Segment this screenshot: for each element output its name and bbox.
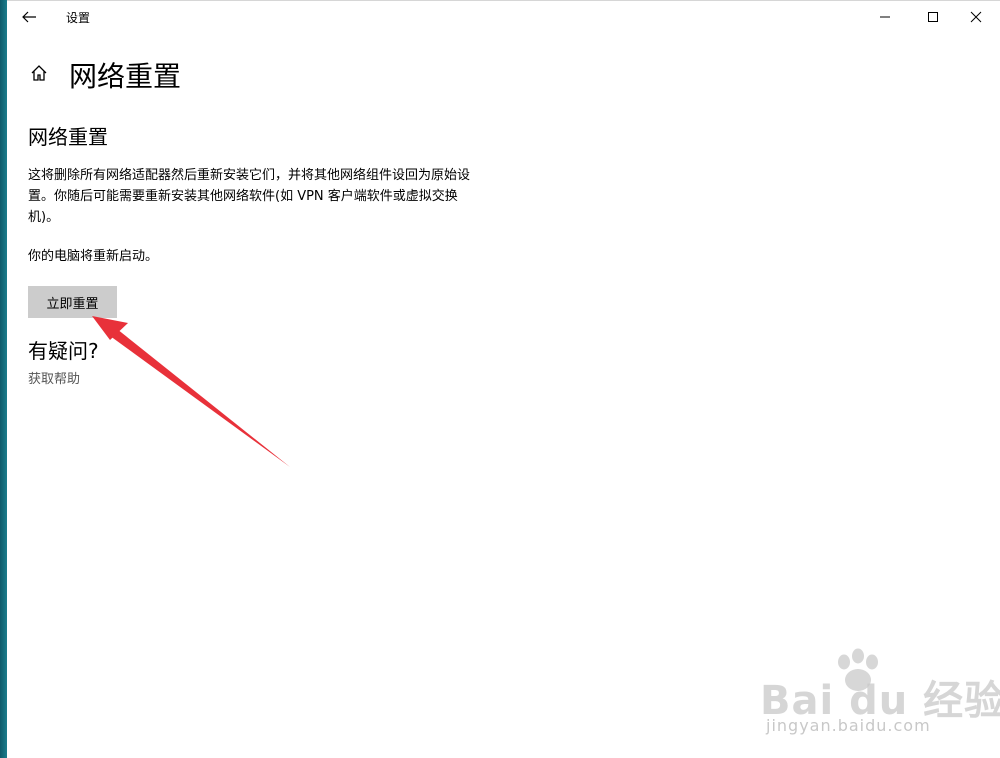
home-icon[interactable] bbox=[29, 63, 49, 83]
question-heading: 有疑问? bbox=[28, 339, 99, 363]
back-arrow-icon bbox=[22, 11, 36, 23]
minimize-icon bbox=[880, 16, 890, 18]
page-title: 网络重置 bbox=[69, 60, 182, 93]
reset-now-button[interactable]: 立即重置 bbox=[28, 286, 117, 318]
desktop-background-edge bbox=[0, 0, 7, 758]
minimize-button[interactable] bbox=[862, 1, 908, 33]
reset-description: 这将删除所有网络适配器然后重新安装它们，并将其他网络组件设回为原始设置。你随后可… bbox=[28, 168, 471, 225]
window-title: 设置 bbox=[66, 11, 91, 25]
back-button[interactable] bbox=[17, 6, 41, 28]
settings-window: 设置 网络重置 网络重置 这将删除所有网络适配器然后重新安装它们，并将其他网络组… bbox=[7, 0, 1000, 758]
title-bar: 设置 bbox=[7, 1, 1000, 33]
maximize-button[interactable] bbox=[910, 1, 956, 33]
section-heading: 网络重置 bbox=[28, 125, 108, 149]
maximize-icon bbox=[928, 12, 938, 22]
close-button[interactable] bbox=[953, 1, 999, 33]
restart-note: 你的电脑将重新启动。 bbox=[28, 249, 159, 264]
close-icon bbox=[970, 11, 982, 23]
get-help-link[interactable]: 获取帮助 bbox=[28, 368, 80, 387]
